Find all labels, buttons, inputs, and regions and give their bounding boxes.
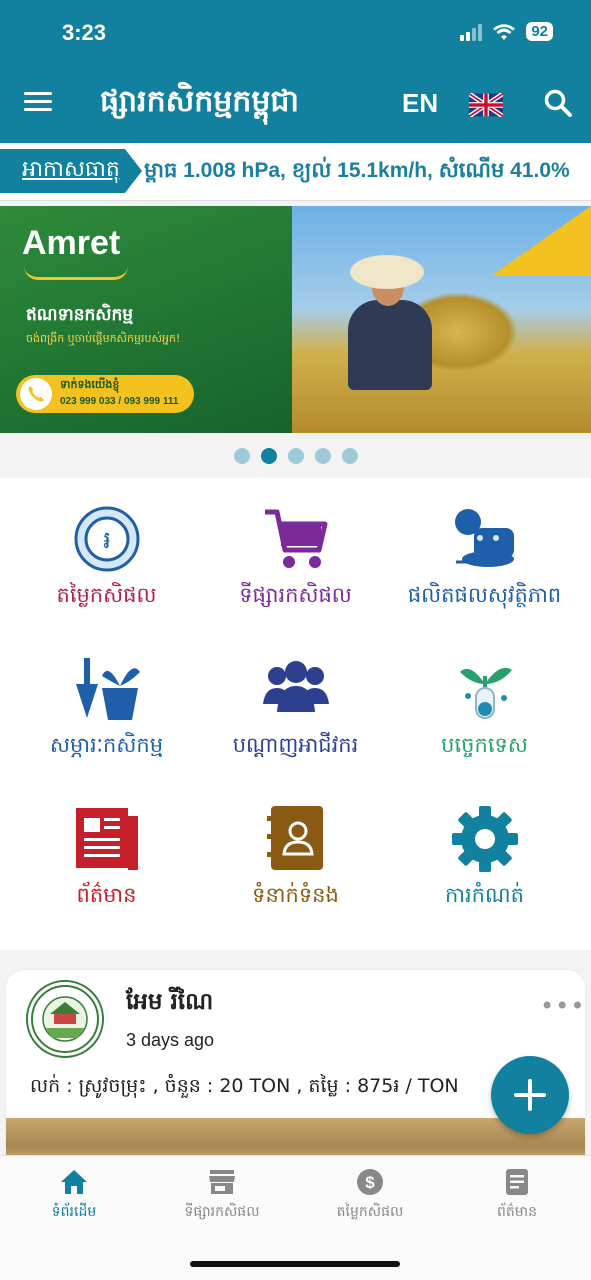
- post-author[interactable]: អែម រីណៃ: [126, 988, 213, 1021]
- post-timestamp: 3 days ago: [126, 1030, 215, 1050]
- carousel-dot[interactable]: [287, 448, 304, 464]
- garden-tools-icon: [75, 658, 140, 720]
- gear-icon: [451, 806, 518, 872]
- cellular-signal-icon: [460, 23, 483, 41]
- nav-label: ព័ត៌មាន: [497, 1204, 537, 1220]
- menu-item-contacts[interactable]: ទំនាក់ទំនង: [197, 778, 394, 924]
- menu-label: បណ្ដាញអាជីវករ: [232, 733, 359, 757]
- search-icon[interactable]: [543, 88, 573, 118]
- call-label: ទាក់ទងយើងខ្ញុំ: [60, 378, 120, 391]
- battery-icon: 92: [526, 22, 553, 41]
- menu-item-equipment[interactable]: សម្ភារៈកសិកម្ម: [8, 628, 205, 774]
- app-title: ផ្សារកសិកម្មកម្ពុជា: [100, 84, 299, 119]
- menu-label: ទំនាក់ទំនង: [252, 883, 339, 907]
- store-icon: [209, 1170, 235, 1194]
- menu-item-techniques[interactable]: បច្ចេកទេស: [386, 628, 583, 774]
- nav-market[interactable]: ទីផ្សារកសិផល: [148, 1168, 296, 1223]
- language-toggle[interactable]: EN: [402, 88, 438, 119]
- nav-news[interactable]: ព័ត៌មាន: [443, 1168, 591, 1223]
- menu-label: តម្លៃកសិផល: [56, 583, 157, 607]
- menu-grid: ៛ តម្លៃកសិផល ទីផ្សារកសិផល ផលិតផលសុវត្ថិភ…: [0, 478, 591, 950]
- nav-label: ទីផ្សារកសិផល: [184, 1204, 260, 1220]
- amret-logo: Amret: [22, 224, 121, 262]
- more-options-button[interactable]: •••: [540, 992, 585, 1020]
- status-time: 3:23: [62, 20, 107, 45]
- shopping-cart-icon: [264, 509, 327, 568]
- nav-label: តម្លៃកសិផល: [336, 1204, 404, 1220]
- nav-label: ទំព័រដើម: [51, 1204, 97, 1220]
- weather-text: ម្ពាធ 1.008 hPa, ខ្យល់ 15.1km/h, សំណើម 4…: [144, 159, 570, 182]
- add-post-button[interactable]: [491, 1056, 569, 1134]
- app-header: 3:23 92 ផ្សារកសិកម្មកម្ពុជា EN: [0, 0, 591, 143]
- menu-item-safe-products[interactable]: ផលិតផលសុវត្ថិភាព: [386, 478, 583, 624]
- farmer-hat-image: [350, 255, 424, 289]
- home-indicator[interactable]: [190, 1261, 400, 1267]
- avatar[interactable]: [26, 980, 104, 1058]
- post-content: លក់ : ស្រូវចម្រុះ , ចំនួន : 20 TON , តម្…: [30, 1075, 459, 1097]
- seedling-tube-icon: [459, 667, 512, 719]
- menu-label: សម្ភារៈកសិកម្ម: [49, 733, 164, 757]
- menu-item-prices[interactable]: ៛ តម្លៃកសិផល: [8, 478, 205, 624]
- menu-item-dealer-network[interactable]: បណ្ដាញអាជីវករ: [197, 628, 394, 774]
- call-button[interactable]: ទាក់ទងយើងខ្ញុំ 023 999 033 / 093 999 111: [16, 375, 194, 413]
- carousel-dots: [0, 448, 591, 464]
- menu-item-market[interactable]: ទីផ្សារកសិផល: [197, 478, 394, 624]
- dollar-coin-icon: $: [357, 1169, 383, 1195]
- banner-heading: ឥណទានកសិកម្ម: [26, 305, 134, 325]
- menu-label: បច្ចេកទេស: [441, 733, 528, 757]
- banner-subheading: ចង់ពង្រីក ឬចាប់ផ្ដើមកសិកម្មរបស់អ្នក!: [26, 332, 181, 345]
- logo-arc: [24, 266, 128, 280]
- status-icons: 92: [460, 22, 553, 41]
- menu-button[interactable]: [24, 92, 52, 114]
- nav-home[interactable]: ទំព័រដើម: [0, 1168, 148, 1223]
- menu-item-settings[interactable]: ការកំណត់: [386, 778, 583, 924]
- price-coin-icon: ៛: [74, 506, 139, 572]
- market-logo-icon: [31, 985, 99, 1053]
- menu-label: ព័ត៌មាន: [76, 883, 137, 907]
- uk-flag-icon[interactable]: [469, 93, 503, 117]
- carousel-dot[interactable]: [341, 448, 358, 464]
- menu-label: ទីផ្សារកសិផល: [239, 583, 352, 607]
- contact-book-icon: [266, 806, 323, 870]
- menu-label: ការកំណត់: [445, 883, 524, 907]
- home-icon: [61, 1170, 87, 1194]
- newspaper-icon: [75, 808, 138, 870]
- svg-text:$: $: [365, 1173, 375, 1192]
- people-group-icon: [262, 661, 329, 712]
- carousel-dot-active[interactable]: [260, 448, 277, 464]
- weather-label[interactable]: អាកាសធាតុ: [0, 149, 142, 193]
- farmer-image: [348, 300, 432, 390]
- menu-label: ផលិតផលសុវត្ថិភាព: [407, 583, 562, 607]
- menu-item-news[interactable]: ព័ត៌មាន: [8, 778, 205, 924]
- article-icon: [506, 1169, 528, 1195]
- phone-icon: [20, 378, 52, 410]
- carousel-dot[interactable]: [233, 448, 250, 464]
- weather-ticker: អាកាសធាតុ ម្ពាធ 1.008 hPa, ខ្យល់ 15.1km/…: [0, 143, 591, 201]
- wifi-icon: [493, 23, 516, 40]
- carousel-dot[interactable]: [314, 448, 331, 464]
- vegetables-icon: [454, 509, 514, 567]
- call-numbers: 023 999 033 / 093 999 111: [60, 396, 179, 407]
- nav-prices[interactable]: $ តម្លៃកសិផល: [296, 1168, 444, 1223]
- svg-text:៛: ៛: [103, 526, 111, 554]
